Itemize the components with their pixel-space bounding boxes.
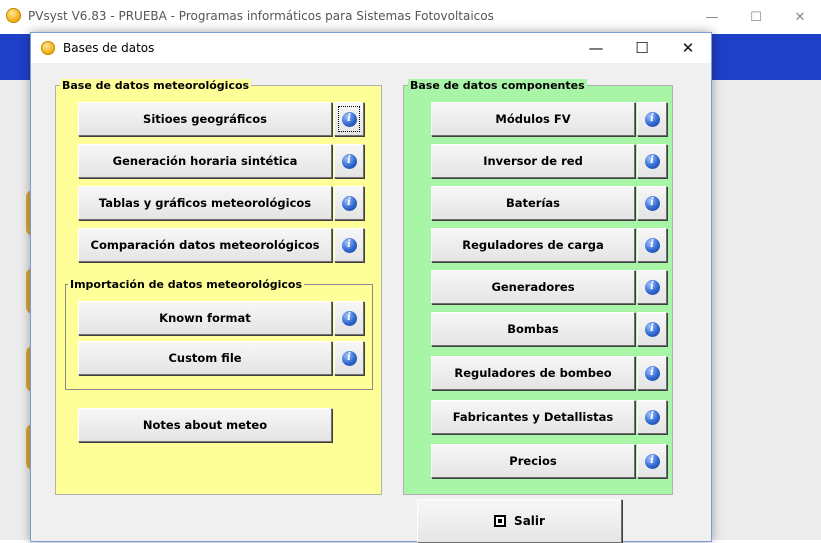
info-icon: i xyxy=(341,310,357,326)
exit-button[interactable]: Salir xyxy=(417,499,622,543)
info-icon: i xyxy=(644,153,660,169)
grid-inverter-info-button[interactable]: i xyxy=(637,144,667,178)
components-database-panel: Base de datos componentes Módulos FV i I… xyxy=(403,79,673,495)
info-icon: i xyxy=(341,153,357,169)
prices-info-button[interactable]: i xyxy=(637,444,667,478)
main-minimize-button[interactable]: — xyxy=(690,0,734,34)
manufacturers-retailers-button[interactable]: Fabricantes y Detallistas xyxy=(431,400,635,434)
batteries-button[interactable]: Baterías xyxy=(431,186,635,220)
databases-dialog: Bases de datos — ☐ ✕ Base de datos meteo… xyxy=(30,32,712,543)
manufacturers-retailers-info-button[interactable]: i xyxy=(637,400,667,434)
info-icon: i xyxy=(341,350,357,366)
meteo-tables-graphs-button[interactable]: Tablas y gráficos meteorológicos xyxy=(78,186,332,220)
meteo-import-group: Importación de datos meteorológicos Know… xyxy=(65,278,373,390)
batteries-info-button[interactable]: i xyxy=(637,186,667,220)
main-window-workspace xyxy=(710,80,821,540)
charge-controllers-button[interactable]: Reguladores de carga xyxy=(431,228,635,262)
main-window-titlebar: PVsyst V6.83 - PRUEBA - Programas inform… xyxy=(0,0,821,35)
components-panel-legend: Base de datos componentes xyxy=(408,79,587,92)
dialog-minimize-button[interactable]: — xyxy=(573,33,619,63)
info-icon: i xyxy=(644,111,660,127)
geographic-sites-info-button[interactable]: i xyxy=(334,102,364,136)
custom-file-info-button[interactable]: i xyxy=(334,341,364,375)
info-icon: i xyxy=(644,409,660,425)
pumping-controllers-button[interactable]: Reguladores de bombeo xyxy=(431,356,635,390)
info-icon: i xyxy=(644,365,660,381)
custom-file-button[interactable]: Custom file xyxy=(78,341,332,375)
pv-modules-button[interactable]: Módulos FV xyxy=(431,102,635,136)
meteo-import-legend: Importación de datos meteorológicos xyxy=(68,278,305,291)
grid-inverter-button[interactable]: Inversor de red xyxy=(431,144,635,178)
generators-info-button[interactable]: i xyxy=(637,270,667,304)
info-icon: i xyxy=(341,195,357,211)
info-icon: i xyxy=(341,111,357,127)
pumps-info-button[interactable]: i xyxy=(637,312,667,346)
synthetic-hourly-generation-info-button[interactable]: i xyxy=(334,144,364,178)
dialog-titlebar: Bases de datos — ☐ ✕ xyxy=(31,33,711,63)
pumps-button[interactable]: Bombas xyxy=(431,312,635,346)
meteo-database-panel: Base de datos meteorológicos Sitioes geo… xyxy=(55,79,382,495)
dialog-maximize-button[interactable]: ☐ xyxy=(619,33,665,63)
pv-modules-info-button[interactable]: i xyxy=(637,102,667,136)
meteo-panel-legend: Base de datos meteorológicos xyxy=(60,79,252,92)
main-window-title: PVsyst V6.83 - PRUEBA - Programas inform… xyxy=(28,9,494,23)
dialog-close-button[interactable]: ✕ xyxy=(665,33,711,63)
exit-icon xyxy=(494,515,507,527)
charge-controllers-info-button[interactable]: i xyxy=(637,228,667,262)
info-icon: i xyxy=(644,237,660,253)
known-format-button[interactable]: Known format xyxy=(78,301,332,335)
dialog-title: Bases de datos xyxy=(63,41,155,55)
main-close-button[interactable]: ✕ xyxy=(778,0,821,34)
main-maximize-button[interactable]: ☐ xyxy=(734,0,778,34)
info-icon: i xyxy=(644,321,660,337)
geographic-sites-button[interactable]: Sitioes geográficos xyxy=(78,102,332,136)
info-icon: i xyxy=(644,195,660,211)
meteo-tables-graphs-info-button[interactable]: i xyxy=(334,186,364,220)
pvsyst-sun-icon xyxy=(41,41,55,55)
prices-button[interactable]: Precios xyxy=(431,444,635,478)
info-icon: i xyxy=(644,279,660,295)
known-format-info-button[interactable]: i xyxy=(334,301,364,335)
exit-button-label: Salir xyxy=(514,514,545,528)
pumping-controllers-info-button[interactable]: i xyxy=(637,356,667,390)
generators-button[interactable]: Generadores xyxy=(431,270,635,304)
notes-about-meteo-button[interactable]: Notes about meteo xyxy=(78,408,332,442)
info-icon: i xyxy=(644,453,660,469)
info-icon: i xyxy=(341,237,357,253)
synthetic-hourly-generation-button[interactable]: Generación horaria sintética xyxy=(78,144,332,178)
meteo-data-comparison-button[interactable]: Comparación datos meteorológicos xyxy=(78,228,332,262)
pvsyst-sun-icon xyxy=(6,8,21,23)
meteo-data-comparison-info-button[interactable]: i xyxy=(334,228,364,262)
